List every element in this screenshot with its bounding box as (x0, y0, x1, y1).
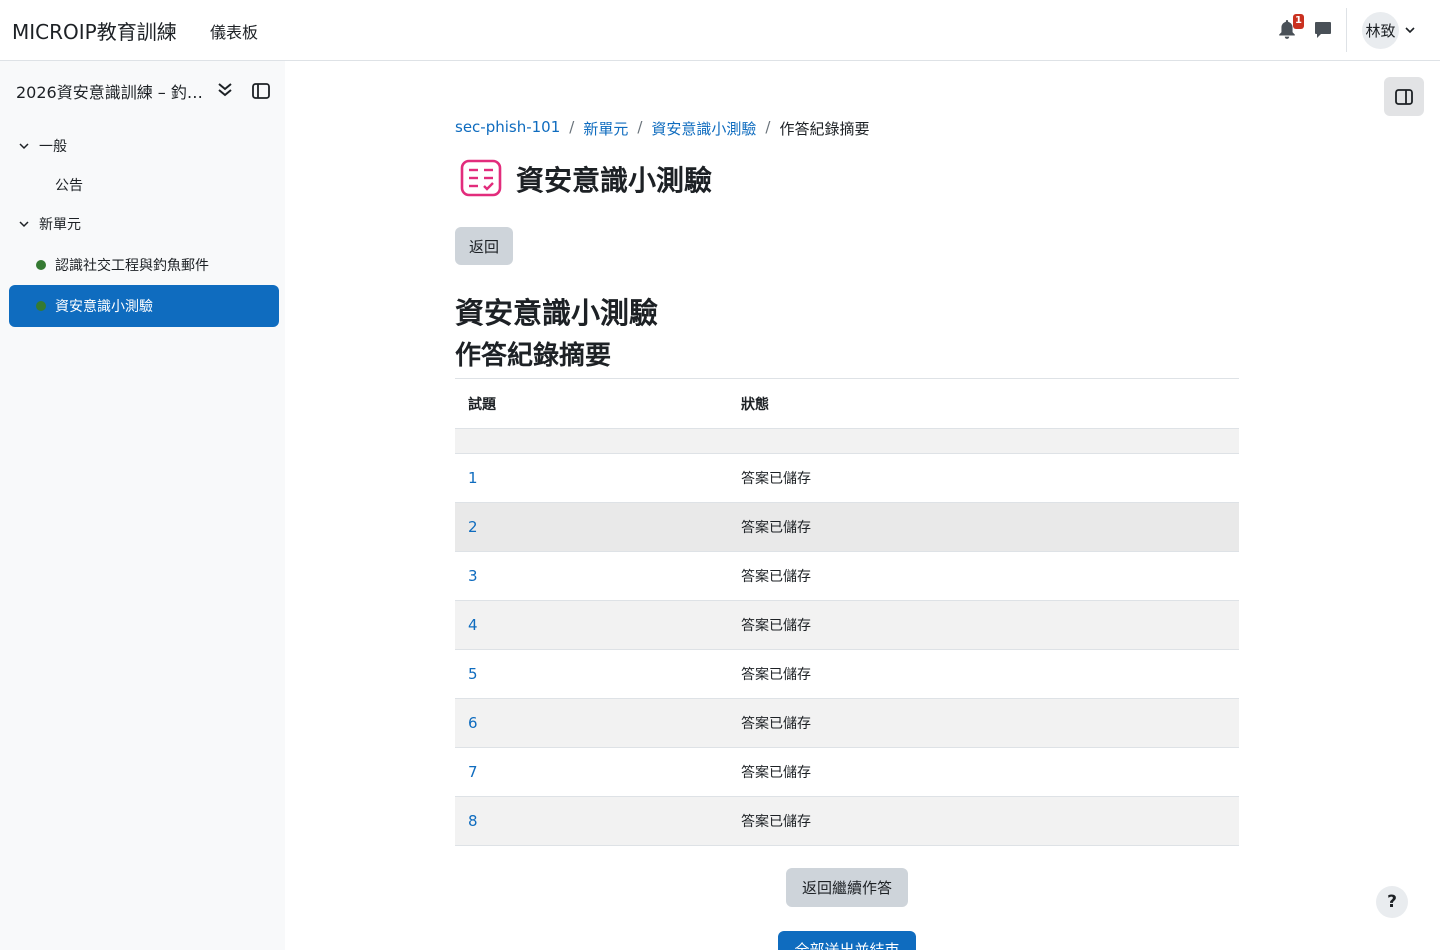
nav-dashboard-link[interactable]: 儀表板 (210, 19, 258, 43)
completion-dot (36, 260, 46, 270)
table-row: 6 答案已儲存 (455, 698, 1239, 748)
breadcrumb-current: 作答紀錄摘要 (779, 120, 870, 138)
chevron-down-icon[interactable] (18, 140, 30, 152)
table-row: 1 答案已儲存 (455, 453, 1239, 503)
user-avatar[interactable]: 林致 (1362, 12, 1399, 49)
question-link[interactable]: 1 (468, 469, 478, 487)
summary-heading: 作答紀錄摘要 (455, 341, 612, 371)
column-header-status: 狀態 (741, 396, 769, 413)
activity-label: 公告 (55, 178, 83, 194)
status-cell: 答案已儲存 (741, 814, 811, 830)
status-cell: 答案已儲存 (741, 569, 811, 585)
top-navbar: MICROIP教育訓練 儀表板 1 林致 (0, 0, 1440, 61)
activity-social-engineering[interactable]: 認識社交工程與釣魚郵件 (36, 255, 209, 275)
table-row: 2 答案已儲存 (455, 502, 1239, 552)
back-button[interactable]: 返回 (455, 227, 513, 265)
collapse-all-icon[interactable] (216, 81, 234, 99)
breadcrumb-quiz[interactable]: 資安意識小測驗 (651, 118, 756, 139)
status-cell: 答案已儲存 (741, 667, 811, 683)
notification-count-badge: 1 (1293, 14, 1304, 29)
breadcrumb-separator: / (637, 118, 643, 136)
status-cell: 答案已儲存 (741, 520, 811, 536)
section-general[interactable]: 一般 (18, 136, 67, 156)
question-link[interactable]: 8 (468, 812, 478, 830)
chevron-down-icon[interactable] (18, 218, 30, 230)
site-brand[interactable]: MICROIP教育訓練 (12, 16, 177, 45)
section-new-unit[interactable]: 新單元 (18, 214, 81, 234)
course-index-drawer: 2026資安意識訓練 – 釣魚郵件辨識 一般 公告 新單元 認識社交工程與釣魚郵… (0, 61, 285, 950)
navbar-divider (1346, 8, 1347, 52)
completion-dot (36, 301, 46, 311)
breadcrumb-separator: / (765, 118, 771, 136)
table-header-row: 試題 狀態 (455, 378, 1239, 429)
status-cell: 答案已儲存 (741, 618, 811, 634)
table-row: 5 答案已儲存 (455, 649, 1239, 699)
table-row: 7 答案已儲存 (455, 747, 1239, 797)
table-row: 3 答案已儲存 (455, 551, 1239, 601)
status-cell: 答案已儲存 (741, 471, 811, 487)
sidebar-right-icon (1395, 88, 1413, 105)
breadcrumb-course[interactable]: sec-phish-101 (455, 118, 560, 139)
close-drawer-icon[interactable] (251, 81, 271, 101)
question-link[interactable]: 2 (468, 518, 478, 536)
status-cell: 答案已儲存 (741, 765, 811, 781)
attempt-summary-table: 試題 狀態 1 答案已儲存 2 答案已儲存 3 答案已儲存 4 答案已儲存 5 … (455, 378, 1239, 846)
activity-announcements[interactable]: 公告 (55, 175, 83, 195)
table-row: 4 答案已儲存 (455, 600, 1239, 650)
quiz-heading: 資安意識小測驗 (455, 296, 659, 330)
return-to-attempt-button[interactable]: 返回繼續作答 (786, 868, 908, 907)
block-drawer-toggle[interactable] (1384, 77, 1424, 116)
submit-all-button[interactable]: 全部送出並結束 (778, 931, 916, 950)
question-link[interactable]: 3 (468, 567, 478, 585)
course-title[interactable]: 2026資安意識訓練 – 釣魚郵件辨識 (16, 79, 206, 103)
page-title: 資安意識小測驗 (516, 164, 713, 197)
breadcrumb-separator: / (569, 118, 575, 136)
help-button[interactable]: ? (1376, 886, 1408, 918)
question-link[interactable]: 5 (468, 665, 478, 683)
activity-quiz-active[interactable]: 資安意識小測驗 (9, 285, 279, 327)
section-label: 新單元 (39, 217, 81, 233)
activity-label: 資安意識小測驗 (55, 299, 153, 315)
question-link[interactable]: 7 (468, 763, 478, 781)
question-link[interactable]: 6 (468, 714, 478, 732)
question-link[interactable]: 4 (468, 616, 478, 634)
chevron-down-icon[interactable] (1404, 24, 1416, 36)
breadcrumb: sec-phish-101 / 新單元 / 資安意識小測驗 / 作答紀錄摘要 (455, 118, 870, 139)
activity-label: 認識社交工程與釣魚郵件 (55, 258, 209, 274)
breadcrumb-section[interactable]: 新單元 (583, 118, 628, 139)
table-row: 8 答案已儲存 (455, 796, 1239, 846)
column-header-question: 試題 (468, 396, 496, 413)
message-icon[interactable] (1314, 21, 1332, 39)
table-section-row (455, 428, 1239, 454)
status-cell: 答案已儲存 (741, 716, 811, 732)
section-label: 一般 (39, 139, 67, 155)
quiz-icon (460, 159, 502, 197)
